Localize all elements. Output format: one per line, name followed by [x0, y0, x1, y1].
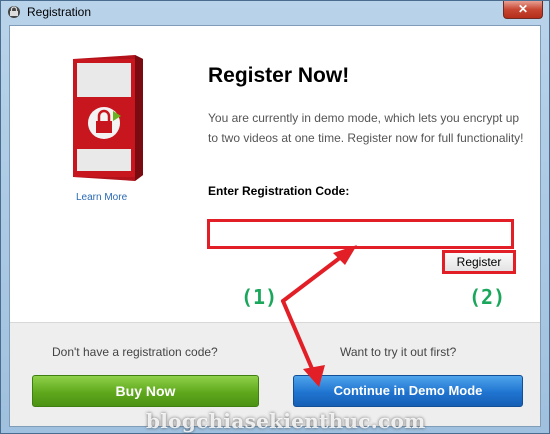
- step-1-annotation: (1): [241, 285, 278, 309]
- registration-window: Registration ✕ Learn More Register Now! …: [0, 0, 550, 434]
- window-title: Registration: [27, 5, 92, 19]
- title-bar[interactable]: Registration ✕: [1, 1, 549, 25]
- page-title: Register Now!: [208, 64, 350, 87]
- app-icon: [8, 6, 20, 18]
- learn-more-link[interactable]: Learn More: [76, 192, 127, 203]
- registration-code-label: Enter Registration Code:: [208, 184, 350, 198]
- try-question: Want to try it out first?: [340, 345, 457, 359]
- buy-now-button[interactable]: Buy Now: [32, 375, 259, 407]
- watermark-text: blogchiasekienthuc.com: [146, 409, 426, 433]
- client-area: Learn More Register Now! You are current…: [9, 25, 541, 427]
- step-2-annotation: (2): [469, 285, 506, 309]
- registration-code-input[interactable]: [207, 219, 514, 249]
- close-button[interactable]: ✕: [503, 1, 543, 19]
- no-code-question: Don't have a registration code?: [52, 345, 218, 359]
- product-box-image: [73, 55, 143, 181]
- continue-demo-button[interactable]: Continue in Demo Mode: [293, 375, 523, 407]
- register-button[interactable]: Register: [442, 250, 516, 274]
- demo-description: You are currently in demo mode, which le…: [208, 111, 524, 145]
